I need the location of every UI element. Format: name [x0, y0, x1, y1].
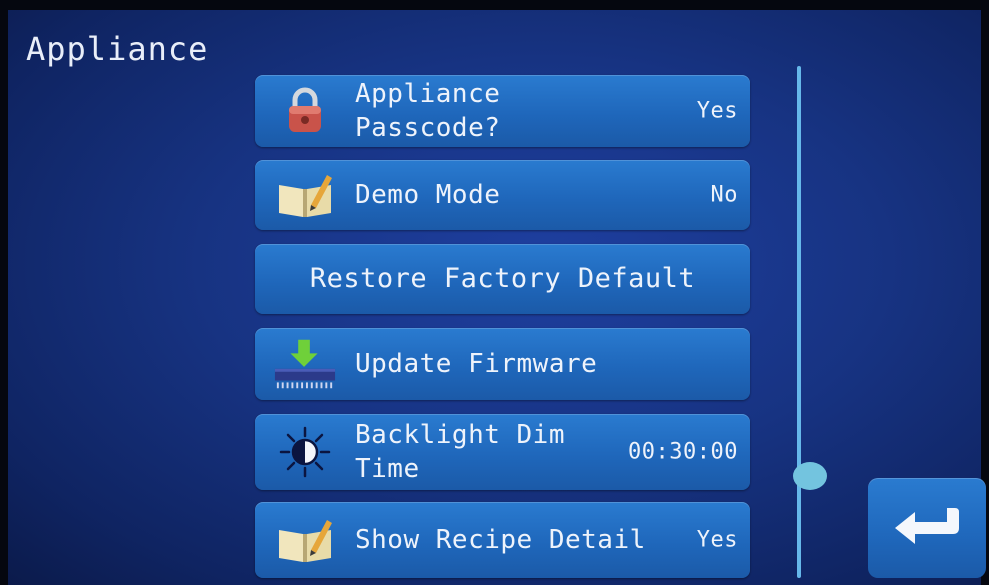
- setting-label: Backlight Dim Time: [355, 420, 565, 484]
- setting-show-recipe-detail[interactable]: Show Recipe Detail Yes: [255, 502, 750, 578]
- back-button[interactable]: [868, 478, 986, 578]
- scrollbar-thumb[interactable]: [793, 462, 827, 490]
- setting-label: Appliance Passcode?: [355, 79, 501, 143]
- bezel: [0, 0, 8, 585]
- padlock-icon: [273, 83, 337, 139]
- page-title: Appliance: [26, 30, 209, 68]
- setting-label: Demo Mode: [355, 180, 501, 210]
- firmware-download-icon: [273, 336, 337, 392]
- setting-appliance-passcode[interactable]: Appliance Passcode? Yes: [255, 75, 750, 147]
- setting-value: 00:30:00: [628, 439, 738, 465]
- scrollbar-track[interactable]: [797, 66, 801, 578]
- setting-backlight-dim-time[interactable]: Backlight Dim Time 00:30:00: [255, 414, 750, 490]
- bezel: [0, 0, 989, 10]
- setting-value: No: [710, 182, 738, 208]
- setting-label: Restore Factory Default: [309, 263, 696, 294]
- setting-label: Update Firmware: [355, 349, 598, 379]
- book-pencil-icon: [273, 512, 337, 568]
- setting-value: Yes: [696, 98, 738, 124]
- appliance-settings-screen: Appliance Appliance Passcode? Yes Demo M…: [0, 0, 989, 585]
- return-arrow-icon: [889, 502, 965, 554]
- setting-value: Yes: [696, 527, 738, 553]
- contrast-sun-icon: [273, 424, 337, 480]
- update-firmware-button[interactable]: Update Firmware: [255, 328, 750, 400]
- setting-label: Show Recipe Detail: [355, 525, 646, 555]
- book-pencil-icon: [273, 167, 337, 223]
- setting-demo-mode[interactable]: Demo Mode No: [255, 160, 750, 230]
- restore-factory-default-button[interactable]: Restore Factory Default: [255, 244, 750, 314]
